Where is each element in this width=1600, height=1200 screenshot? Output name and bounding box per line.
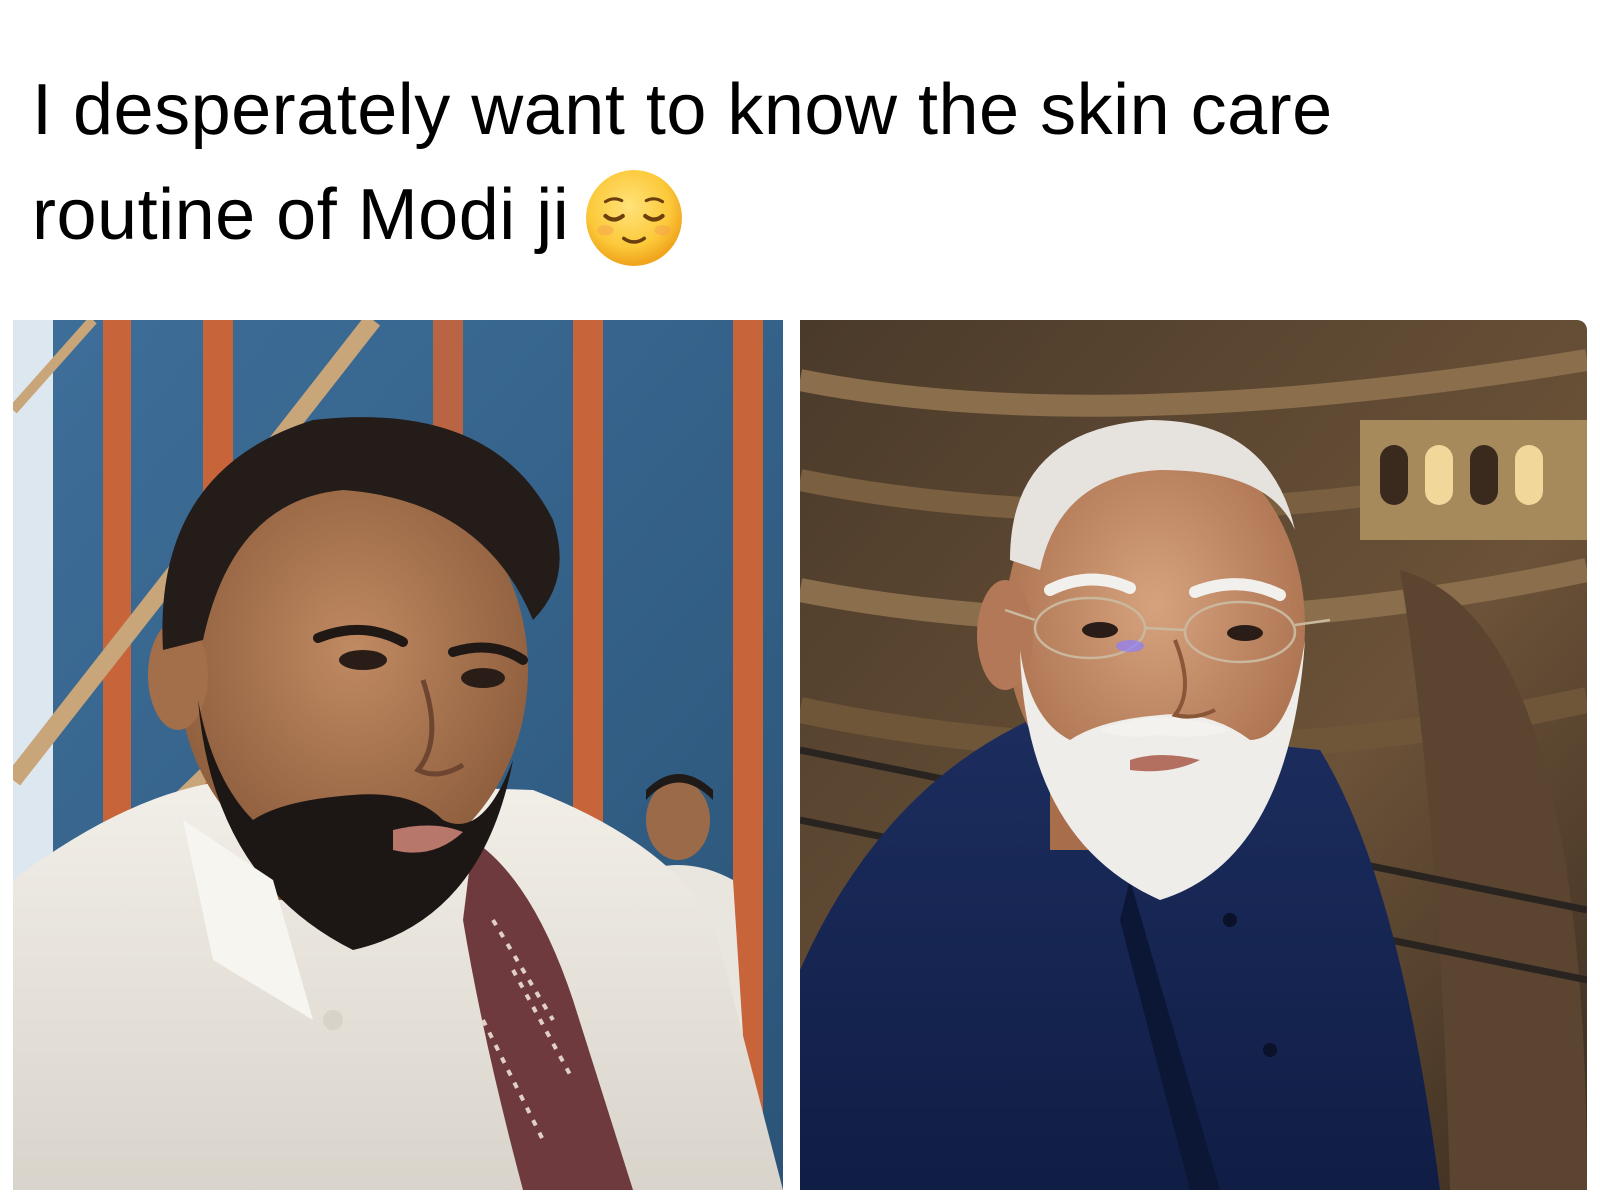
photo-young-man bbox=[13, 320, 783, 1190]
meme-caption: I desperately want to know the skin care… bbox=[32, 40, 1572, 285]
photo-older-man bbox=[800, 320, 1587, 1190]
relieved-face-icon bbox=[586, 170, 683, 266]
photo-older-man-illustration bbox=[800, 320, 1587, 1190]
caption-line-2-text: routine of Modi ji bbox=[32, 175, 570, 255]
photo-young-man-illustration bbox=[13, 320, 783, 1190]
